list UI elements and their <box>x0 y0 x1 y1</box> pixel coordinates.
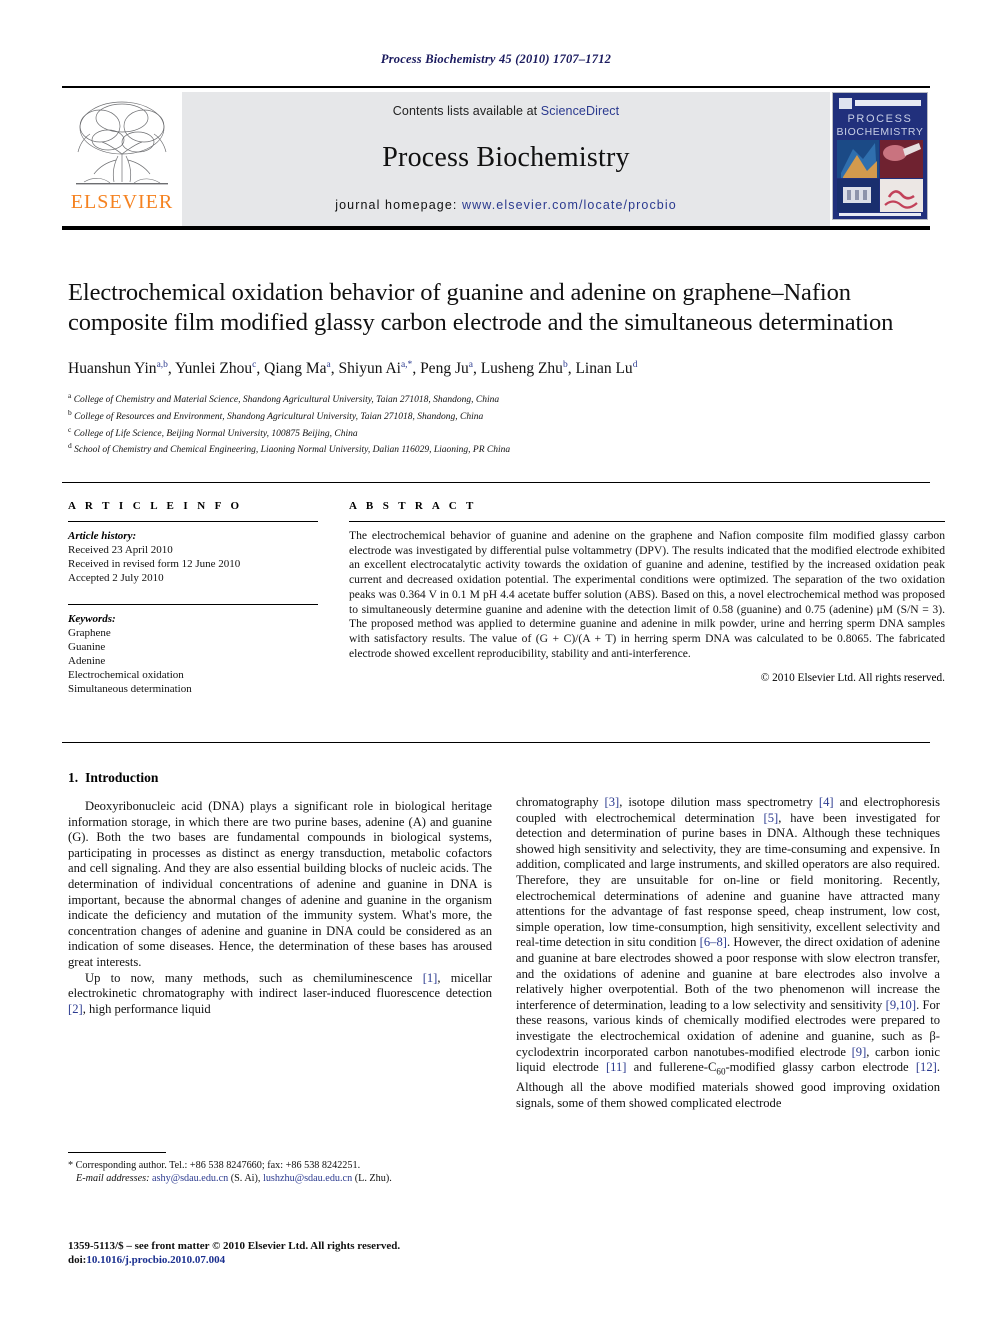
citation-reference[interactable]: [12] <box>916 1060 937 1074</box>
elsevier-tree-icon <box>76 101 168 185</box>
citation-reference[interactable]: [4] <box>819 795 834 809</box>
doi-link[interactable]: 10.1016/j.procbio.2010.07.004 <box>86 1254 225 1266</box>
article-history-item: Received in revised form 12 June 2010 <box>68 558 241 570</box>
author-name: Shiyun Ai <box>338 360 401 378</box>
author-affiliation-marker: a <box>326 360 331 370</box>
keyword-item: Adenine <box>68 655 106 667</box>
masthead-bottom-rule <box>62 226 930 230</box>
author-name: Linan Lu <box>575 360 633 378</box>
masthead-center: Contents lists available at ScienceDirec… <box>182 92 830 226</box>
article-info-section: A R T I C L E I N F O Article history: R… <box>68 500 318 696</box>
footnote-text: * Corresponding author. Tel.: +86 538 82… <box>68 1159 492 1185</box>
article-info-rule <box>68 521 318 522</box>
author-name: Yunlei Zhou <box>175 360 253 378</box>
author-affiliation-marker: a,* <box>400 360 413 370</box>
body-column-right: chromatography [3], isotope dilution mas… <box>516 795 940 1111</box>
journal-homepage-link[interactable]: www.elsevier.com/locate/procbio <box>462 198 677 212</box>
article-history-label: Article history: <box>68 530 137 542</box>
keywords-rule <box>68 604 318 605</box>
keyword-item: Simultaneous determination <box>68 683 192 695</box>
author-name: Lusheng Zhu <box>480 360 563 378</box>
article-page: Process Biochemistry 45 (2010) 1707–1712 <box>0 0 992 1323</box>
corresponding-author-text: Corresponding author. Tel.: +86 538 8247… <box>73 1160 361 1171</box>
affiliation-item: a College of Chemistry and Material Scie… <box>68 391 500 406</box>
section-heading-introduction: 1. Introduction <box>68 770 492 786</box>
abstract-rule <box>349 521 945 522</box>
abstract-section: A B S T R A C T The electrochemical beha… <box>349 500 945 684</box>
email-owner-1: (S. Ai), <box>228 1173 263 1184</box>
abstract-bottom-rule <box>62 742 930 743</box>
author-affiliation-marker: c <box>252 360 257 370</box>
citation-reference[interactable]: [9] <box>852 1045 867 1059</box>
author-affiliation-marker: a,b <box>156 360 168 370</box>
keywords-block: Keywords: Graphene Guanine Adenine Electroc… <box>68 604 318 696</box>
contents-prefix: Contents lists available at <box>392 104 541 118</box>
citation-reference[interactable]: [9,10] <box>886 998 916 1012</box>
email-label: E-mail addresses: <box>76 1173 150 1184</box>
article-info-heading: A R T I C L E I N F O <box>68 500 243 512</box>
keywords-label: Keywords: <box>68 613 116 625</box>
svg-text:BIOCHEMISTRY: BIOCHEMISTRY <box>837 126 924 138</box>
citation-reference[interactable]: [2] <box>68 1002 83 1016</box>
contents-available-line: Contents lists available at ScienceDirec… <box>393 104 619 118</box>
keywords-list: Graphene Guanine Adenine Electrochemical ox… <box>68 626 318 696</box>
elsevier-wordmark: ELSEVIER <box>70 191 174 213</box>
keyword-item: Electrochemical oxidation <box>68 669 184 681</box>
subscript-text: 60 <box>716 1066 726 1077</box>
sciencedirect-link[interactable]: ScienceDirect <box>541 104 619 118</box>
journal-masthead: ELSEVIER Contents lists available at Sci… <box>62 86 930 230</box>
corresponding-author-footnote: * Corresponding author. Tel.: +86 538 82… <box>68 1152 492 1185</box>
keyword-item: Graphene <box>68 627 111 639</box>
citation-reference[interactable]: [11] <box>606 1060 627 1074</box>
journal-title: Process Biochemistry <box>382 142 630 173</box>
body-column-left: 1. Introduction Deoxyribonucleic acid (DN… <box>68 770 492 1017</box>
abstract-text: The electrochemical behavior of guanine … <box>349 529 945 660</box>
abstract-heading: A B S T R A C T <box>349 500 477 512</box>
affiliation-item: d School of Chemistry and Chemical Engin… <box>68 441 511 456</box>
running-head: Process Biochemistry 45 (2010) 1707–1712 <box>380 52 612 66</box>
keyword-item: Guanine <box>68 641 106 653</box>
section-number: 1. <box>68 770 79 785</box>
citation-reference[interactable]: [5] <box>764 811 779 825</box>
copyright-line: © 2010 Elsevier Ltd. All rights reserved… <box>760 672 945 685</box>
author-name: Peng Ju <box>420 360 469 378</box>
article-history-item: Received 23 April 2010 <box>68 544 173 556</box>
info-top-rule <box>62 482 930 483</box>
footnote-rule <box>68 1152 166 1153</box>
author-name: Huanshun Yin <box>68 360 157 378</box>
svg-text:PROCESS: PROCESS <box>848 113 913 125</box>
article-history-item: Accepted 2 July 2010 <box>68 572 164 584</box>
journal-cover: PROCESS BIOCHEMISTRY <box>830 92 930 226</box>
title-block: Electrochemical oxidation behavior of gu… <box>68 278 944 457</box>
author-affiliation-marker: d <box>632 360 638 370</box>
affiliation-item: b College of Resources and Environment, … <box>68 407 484 423</box>
journal-cover-thumbnail: PROCESS BIOCHEMISTRY <box>832 92 928 220</box>
elsevier-logo: ELSEVIER <box>62 92 182 226</box>
affiliation-item: c College of Life Science, Beijing Norma… <box>68 424 358 439</box>
author-name: Qiang Ma <box>264 360 327 378</box>
email-link-2[interactable]: lushzhu@sdau.edu.cn <box>263 1173 352 1184</box>
page-title: Electrochemical oxidation behavior of gu… <box>68 279 894 336</box>
intro-paragraph-1: Deoxyribonucleic acid (DNA) plays a sign… <box>68 799 492 969</box>
email-link-1[interactable]: ashy@sdau.edu.cn <box>152 1173 228 1184</box>
doi-prefix: doi: <box>68 1253 87 1266</box>
journal-homepage-line: journal homepage: www.elsevier.com/locat… <box>335 198 677 212</box>
doi-line: doi:10.1016/j.procbio.2010.07.004 <box>68 1254 568 1268</box>
affiliation-list: a College of Chemistry and Material Scie… <box>68 390 944 457</box>
intro-paragraph-2-left: Up to now, many methods, such as chemilu… <box>68 970 493 1016</box>
intro-paragraph-2-right: chromatography [3], isotope dilution mas… <box>516 795 941 1110</box>
author-affiliation-marker: b <box>562 360 568 370</box>
author-affiliation-marker: a <box>468 360 473 370</box>
article-history-list: Received 23 April 2010 Received in revise… <box>68 543 318 585</box>
section-title-text: Introduction <box>85 770 159 785</box>
citation-reference[interactable]: [3] <box>605 795 620 809</box>
email-owner-2: (L. Zhu). <box>352 1173 392 1184</box>
issn-line: 1359-5113/$ – see front matter © 2010 El… <box>68 1240 401 1252</box>
homepage-prefix: journal homepage: <box>335 198 463 212</box>
page-footer: 1359-5113/$ – see front matter © 2010 El… <box>68 1240 568 1267</box>
author-list: Huanshun Yina,b, Yunlei Zhouc, Qiang Maa… <box>68 360 638 378</box>
citation-reference[interactable]: [6–8] <box>700 935 727 949</box>
citation-reference[interactable]: [1] <box>423 971 438 985</box>
cover-artwork-icon: PROCESS BIOCHEMISTRY <box>833 93 927 219</box>
